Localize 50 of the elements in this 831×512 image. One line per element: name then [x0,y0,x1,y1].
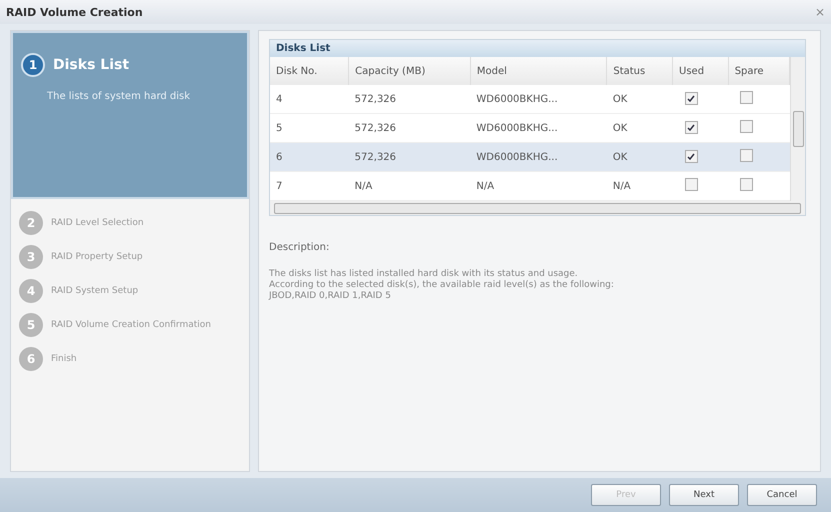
description-text: JBOD,RAID 0,RAID 1,RAID 5 [269,291,392,302]
table-cell: OK [606,142,673,172]
table-cell: 572,326 [348,142,470,172]
spare-checkbox[interactable] [740,120,754,133]
used-checkbox[interactable] [684,150,698,164]
used-checkbox[interactable] [684,92,698,106]
column-header[interactable]: Used [672,57,728,85]
used-checkbox[interactable] [684,121,698,134]
step-description: The lists of system hard disk [47,91,192,102]
grid-title: Disks List [270,40,805,57]
column-header[interactable]: Disk No. [270,57,349,85]
table-cell: WD6000BKHG... [470,142,607,172]
step-label: RAID Level Selection [51,218,144,228]
vertical-scrollbar[interactable] [790,57,805,201]
step-label: RAID Property Setup [51,252,143,262]
description-text: According to the selected disk(s), the available raid level(s) as the following: [269,280,615,291]
step-number-badge: 3 [19,245,43,269]
table-cell: 4 [270,85,349,114]
spare-checkbox[interactable] [740,149,754,162]
step-label: RAID System Setup [51,286,138,296]
table-row[interactable]: 6 572,326 WD6000BKHG... OK [270,142,790,172]
column-header[interactable]: Model [470,57,607,85]
horizontal-scrollbar[interactable] [270,201,805,215]
table-row[interactable]: 4 572,326 WD6000BKHG... OK [270,85,790,114]
table-cell: OK [606,85,673,114]
spare-checkbox[interactable] [740,91,754,104]
column-header[interactable]: Status [606,57,673,85]
description-heading: Description: [269,242,330,253]
step-label: Finish [51,354,77,364]
checkmark-icon [687,94,696,103]
table-cell: WD6000BKHG... [470,85,607,114]
step-number-badge: 4 [19,279,43,303]
step-label: Disks List [53,57,130,73]
table-cell: 6 [270,142,349,172]
checkmark-icon [687,124,696,132]
checkmark-icon [687,152,696,161]
column-header[interactable]: Spare [728,57,790,85]
wizard-button[interactable]: Cancel [747,484,817,506]
column-header[interactable]: Capacity (MB) [348,57,470,85]
window-title: RAID Volume Creation [6,6,143,18]
used-checkbox[interactable] [684,178,698,191]
description-text: The disks list has listed installed hard disk with its status and usage. [269,269,579,280]
table-cell: 572,326 [348,85,470,114]
step-number-badge: 6 [19,347,43,371]
step-label: RAID Volume Creation Confirmation [51,320,211,330]
step-number-badge: 5 [19,313,43,337]
step-number-badge: 2 [19,211,43,235]
wizard-button[interactable]: Next [669,484,739,506]
spare-checkbox[interactable] [740,178,754,191]
step-number-badge: 1 [21,53,45,77]
